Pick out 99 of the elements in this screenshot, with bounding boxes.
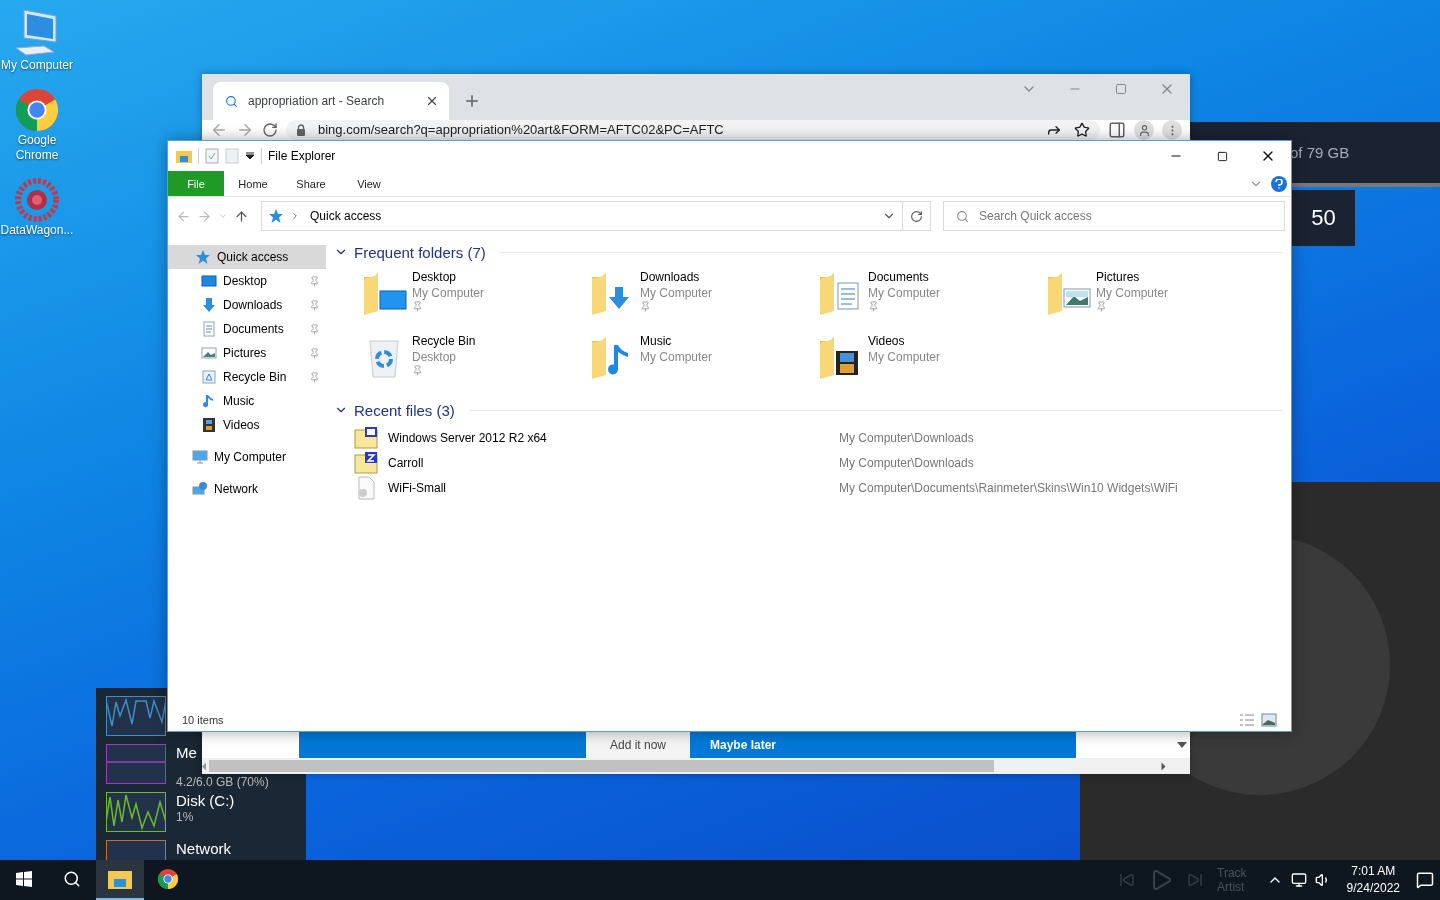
ribbon-tab[interactable]: View bbox=[340, 171, 398, 196]
film-icon bbox=[201, 417, 217, 433]
nav-item[interactable]: Recycle Bin bbox=[168, 365, 326, 389]
disc-image-file-icon bbox=[354, 425, 378, 450]
status-text: 10 items bbox=[182, 714, 225, 726]
computer-icon bbox=[14, 8, 60, 58]
folder-location: My Computer bbox=[868, 285, 941, 301]
maximize-icon[interactable] bbox=[1216, 150, 1228, 162]
nav-item[interactable]: Quick access bbox=[168, 245, 326, 269]
document-icon bbox=[201, 321, 217, 337]
taskbar-app[interactable] bbox=[96, 860, 144, 900]
track-artist: Artist bbox=[1217, 880, 1246, 894]
track-title: Track bbox=[1217, 866, 1247, 880]
caret-icon[interactable] bbox=[245, 152, 255, 160]
address-bar[interactable]: bing.com/search?q=appropriation%20art&FORM=AFTC02&PC=AFTC bbox=[286, 120, 1100, 140]
up-icon[interactable] bbox=[234, 208, 249, 224]
folder-name[interactable]: Desktop bbox=[412, 269, 485, 285]
help-icon[interactable] bbox=[1271, 175, 1287, 192]
folder-icon bbox=[108, 869, 132, 889]
close-icon[interactable] bbox=[425, 94, 439, 108]
nav-item[interactable]: Desktop bbox=[168, 269, 326, 293]
address-bar[interactable]: Quick access bbox=[261, 201, 931, 231]
folder-name[interactable]: Videos bbox=[868, 333, 941, 349]
scroll-left-icon[interactable] bbox=[202, 761, 207, 771]
folder-location: My Computer bbox=[640, 285, 713, 301]
windows-logo bbox=[16, 871, 32, 887]
file-path: My Computer\Downloads bbox=[839, 455, 975, 470]
folder-location: My Computer bbox=[1096, 285, 1169, 301]
star-icon bbox=[268, 208, 284, 224]
counter-widget: 50 bbox=[1292, 190, 1355, 246]
banner-button[interactable]: Maybe later bbox=[690, 732, 1076, 758]
nav-item[interactable]: My Computer bbox=[168, 445, 326, 469]
section-heading: Recent files (3) bbox=[354, 401, 455, 419]
ribbon-tab[interactable]: Home bbox=[224, 171, 282, 196]
side-panel-icon[interactable] bbox=[1108, 121, 1126, 139]
computer-icon bbox=[192, 449, 208, 465]
folder-location: My Computer bbox=[640, 349, 713, 365]
horizontal-scrollbar[interactable] bbox=[202, 758, 1190, 774]
chrome-icon bbox=[14, 87, 60, 133]
profile-icon[interactable] bbox=[1134, 120, 1154, 140]
banner-button[interactable]: Add it now bbox=[586, 732, 690, 758]
recycle-bin-icon bbox=[201, 369, 217, 385]
monitor-label: Disk (C:) bbox=[176, 792, 235, 810]
gear-icon bbox=[14, 177, 60, 223]
usage-graph bbox=[106, 744, 166, 784]
nav-item[interactable]: Music bbox=[168, 389, 326, 413]
archive-file-icon bbox=[354, 450, 378, 475]
reload-icon[interactable] bbox=[262, 122, 278, 138]
chevron-right-icon bbox=[290, 211, 300, 221]
scroll-right-icon[interactable] bbox=[1161, 761, 1166, 771]
folder-name[interactable]: Music bbox=[640, 333, 713, 349]
search-field[interactable]: Search Quick access bbox=[943, 201, 1285, 231]
search-icon bbox=[225, 94, 238, 108]
file-name[interactable]: Carroll bbox=[388, 455, 424, 470]
menu-icon[interactable] bbox=[1162, 120, 1182, 140]
search-icon bbox=[63, 870, 81, 888]
caret-icon[interactable] bbox=[1177, 742, 1187, 748]
clock[interactable]: 7:01 AM 9/24/2022 bbox=[1338, 863, 1408, 897]
folder-name[interactable]: Downloads bbox=[640, 269, 713, 285]
folder-location: My Computer bbox=[868, 349, 941, 365]
monitor-reading: 1% bbox=[176, 810, 195, 824]
network-icon bbox=[192, 481, 208, 497]
star-icon bbox=[195, 249, 211, 265]
tiles-view-icon[interactable] bbox=[1261, 713, 1277, 727]
folder-name[interactable]: Documents bbox=[868, 269, 941, 285]
nav-item[interactable]: Downloads bbox=[168, 293, 326, 317]
file-path: My Computer\Documents\Rainmeter\Skins\Win10 Widgets\WiFi bbox=[839, 480, 1179, 495]
file-path: My Computer\Downloads bbox=[839, 430, 975, 445]
nav-item[interactable]: Videos bbox=[168, 413, 326, 437]
new-tab-icon[interactable] bbox=[463, 92, 481, 110]
file-name[interactable]: Windows Server 2012 R2 x64 bbox=[388, 430, 547, 445]
download-icon bbox=[201, 297, 217, 313]
folder-name[interactable]: Recycle Bin bbox=[412, 333, 476, 349]
section-heading: Frequent folders (7) bbox=[354, 243, 486, 261]
usage-graph bbox=[106, 792, 166, 832]
chrome-icon bbox=[157, 868, 179, 890]
usage-graph bbox=[106, 696, 166, 736]
browser-tab[interactable]: appropriation art - Search bbox=[213, 82, 449, 120]
ribbon-tab[interactable]: Share bbox=[282, 171, 340, 196]
folder-location: My Computer bbox=[412, 285, 485, 301]
monitor-reading: 4.2/6.0 GB (70%) bbox=[176, 775, 269, 789]
lock-icon bbox=[296, 124, 306, 136]
folder-icon bbox=[176, 149, 192, 163]
window-title: File Explorer bbox=[268, 149, 336, 163]
nav-item[interactable]: Documents bbox=[168, 317, 326, 341]
monitor-icon bbox=[201, 273, 217, 289]
folder-location: Desktop bbox=[412, 349, 458, 365]
nav-item[interactable]: Network bbox=[168, 477, 326, 501]
monitor-label: Network bbox=[176, 840, 231, 858]
network-icon[interactable] bbox=[1290, 872, 1307, 888]
search-icon bbox=[956, 209, 969, 223]
star-icon[interactable] bbox=[1074, 122, 1090, 138]
picture-icon bbox=[201, 345, 217, 361]
nav-item[interactable]: Pictures bbox=[168, 341, 326, 365]
file-name[interactable]: WiFi-Small bbox=[388, 480, 446, 495]
notification-icon[interactable] bbox=[1416, 871, 1434, 889]
monitor-label: Me bbox=[176, 744, 198, 762]
refresh-icon bbox=[910, 209, 923, 223]
folder-name[interactable]: Pictures bbox=[1096, 269, 1169, 285]
